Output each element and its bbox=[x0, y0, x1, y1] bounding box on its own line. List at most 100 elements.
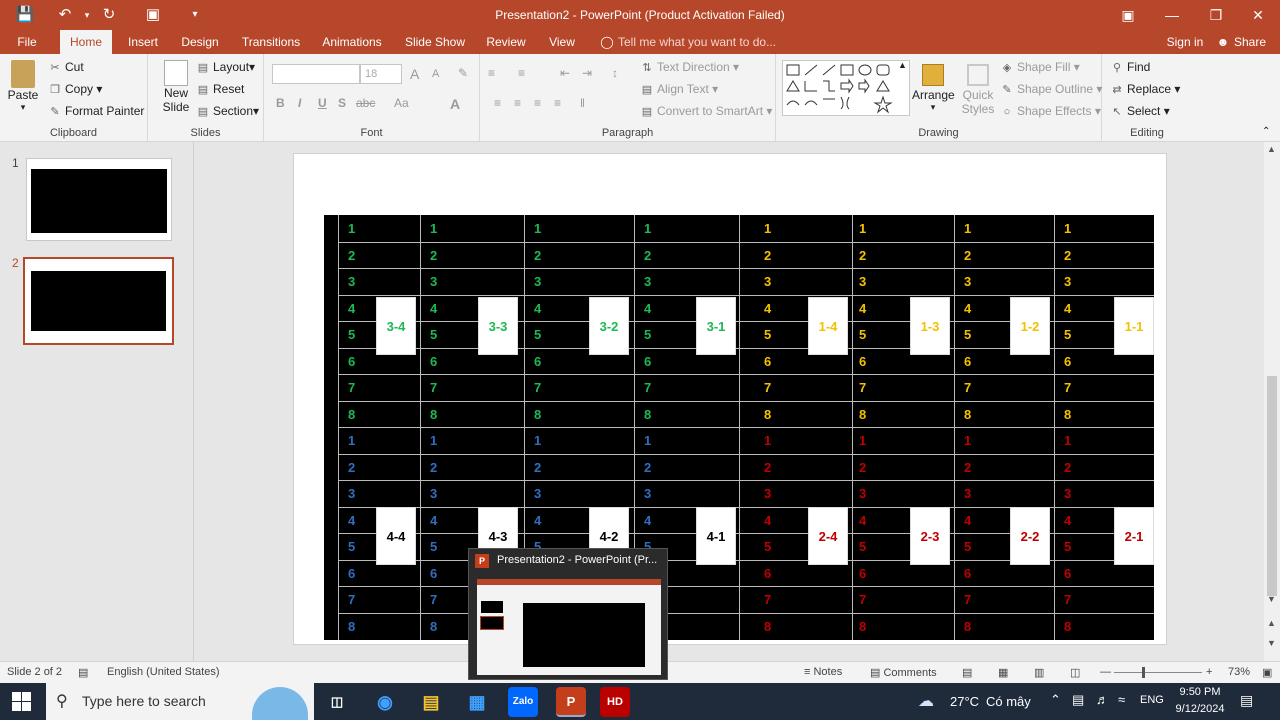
tab-home[interactable]: Home bbox=[60, 30, 112, 54]
justify-icon[interactable]: ≡ bbox=[554, 96, 561, 110]
tab-slide-show[interactable]: Slide Show bbox=[402, 30, 468, 54]
language-indicator[interactable]: English (United States) bbox=[107, 666, 220, 678]
clock-time[interactable]: 9:50 PM bbox=[1170, 686, 1230, 698]
gallery-scroll-icon[interactable]: ▲ bbox=[898, 60, 907, 70]
card-label[interactable]: 3-3 bbox=[478, 297, 518, 355]
card-label[interactable]: 2-4 bbox=[808, 507, 848, 565]
app-taskbar-icon[interactable]: HD bbox=[600, 687, 630, 717]
input-language[interactable]: ENG bbox=[1140, 694, 1164, 706]
tab-view[interactable]: View bbox=[544, 30, 580, 54]
card-label[interactable]: 3-4 bbox=[376, 297, 416, 355]
zoom-slider-thumb[interactable] bbox=[1142, 667, 1145, 678]
arrange-button[interactable]: Arrange ▾ bbox=[912, 60, 955, 113]
align-right-icon[interactable]: ≡ bbox=[534, 96, 541, 110]
minimize-icon[interactable]: — bbox=[1150, 0, 1194, 30]
clear-formatting-icon[interactable]: ✎ bbox=[458, 66, 468, 80]
sign-in-link[interactable]: Sign in bbox=[1162, 30, 1208, 54]
replace-button[interactable]: ⇄ Replace ▾ bbox=[1110, 82, 1180, 97]
share-button[interactable]: Share bbox=[1232, 30, 1268, 54]
grow-font-button[interactable]: A bbox=[410, 66, 419, 82]
zoom-level[interactable]: 73% bbox=[1228, 666, 1250, 678]
align-center-icon[interactable]: ≡ bbox=[514, 96, 521, 110]
shape-outline-button[interactable]: ✎ Shape Outline ▾ bbox=[1000, 82, 1102, 97]
card-label[interactable]: 2-1 bbox=[1114, 507, 1154, 565]
slide-table[interactable]: 1 2 3 4 5 6 7 8 1 2 3 4 5 6 7 8 1 2 3 4 5 6 7 8 1 2 3 4 5 6 7 8 1 2 3 4 5 6 7 8… bbox=[324, 215, 1154, 640]
weather-temp[interactable]: 27°C bbox=[950, 694, 979, 709]
font-size-combo[interactable]: 18 bbox=[360, 64, 402, 84]
close-icon[interactable]: ✕ bbox=[1236, 0, 1280, 30]
tab-transitions[interactable]: Transitions bbox=[238, 30, 304, 54]
underline-button[interactable]: U bbox=[318, 96, 327, 110]
file-explorer-icon[interactable]: ▤ bbox=[416, 687, 446, 717]
powerpoint-taskbar-icon[interactable]: P bbox=[556, 687, 586, 717]
wifi-icon[interactable]: ≈ bbox=[1118, 692, 1125, 707]
card-label[interactable]: 1-3 bbox=[910, 297, 950, 355]
quick-styles-button[interactable]: Quick Styles bbox=[956, 60, 1000, 116]
reading-view-icon[interactable]: ▥ bbox=[1034, 666, 1044, 679]
zalo-icon[interactable]: Zalo bbox=[508, 687, 538, 717]
smartart-button[interactable]: ▤ Convert to SmartArt ▾ bbox=[640, 104, 773, 119]
tab-review[interactable]: Review bbox=[482, 30, 530, 54]
tell-me-box[interactable]: Tell me what you want to do... bbox=[618, 30, 778, 54]
notification-icon[interactable]: ▤ bbox=[1240, 692, 1253, 709]
normal-view-icon[interactable]: ▤ bbox=[962, 666, 972, 679]
shadow-button[interactable]: S bbox=[338, 96, 346, 110]
card-label[interactable]: 3-1 bbox=[696, 297, 736, 355]
card-label[interactable]: 1-1 bbox=[1114, 297, 1154, 355]
layout-button[interactable]: ▤ Layout▾ bbox=[196, 60, 255, 75]
align-text-button[interactable]: ▤ Align Text ▾ bbox=[640, 82, 718, 97]
card-label[interactable]: 1-4 bbox=[808, 297, 848, 355]
card-label[interactable]: 2-2 bbox=[1010, 507, 1050, 565]
italic-button[interactable]: I bbox=[298, 96, 301, 110]
shape-fill-button[interactable]: ◈ Shape Fill ▾ bbox=[1000, 60, 1080, 75]
notes-button[interactable]: ≡ Notes bbox=[804, 666, 842, 678]
card-label[interactable]: 4-1 bbox=[696, 507, 736, 565]
taskbar-window-preview[interactable]: P Presentation2 - PowerPoint (Pr... bbox=[468, 548, 668, 680]
card-label[interactable]: 2-3 bbox=[910, 507, 950, 565]
volume-icon[interactable]: ♬ bbox=[1096, 692, 1109, 707]
section-button[interactable]: ▤ Section▾ bbox=[196, 104, 259, 119]
tab-file[interactable]: File bbox=[8, 30, 46, 54]
new-slide-button[interactable]: New Slide bbox=[154, 60, 198, 114]
find-button[interactable]: ⚲ Find bbox=[1110, 60, 1150, 75]
slideshow-view-icon[interactable]: ◫ bbox=[1070, 666, 1080, 679]
scroll-down-icon[interactable]: ▼ bbox=[1267, 594, 1276, 604]
shape-effects-button[interactable]: ○ Shape Effects ▾ bbox=[1000, 104, 1101, 119]
reset-button[interactable]: ▤ Reset bbox=[196, 82, 245, 97]
line-spacing-icon[interactable]: ↕ bbox=[612, 66, 618, 80]
ribbon-display-icon[interactable]: ▣ bbox=[1106, 0, 1150, 30]
network-icon[interactable]: ▤ bbox=[1072, 692, 1084, 708]
text-direction-button[interactable]: ⇅ Text Direction ▾ bbox=[640, 60, 739, 75]
edge-icon[interactable]: ◉ bbox=[370, 687, 400, 717]
scroll-thumb[interactable] bbox=[1267, 376, 1277, 596]
restore-icon[interactable]: ❐ bbox=[1194, 0, 1238, 30]
slide-sorter-icon[interactable]: ▦ bbox=[998, 666, 1008, 679]
bold-button[interactable]: B bbox=[276, 96, 285, 110]
copy-button[interactable]: ❐ Copy ▾ bbox=[48, 82, 102, 97]
previous-slide-icon[interactable]: ▲ bbox=[1267, 618, 1276, 628]
fit-to-window-icon[interactable]: ▣ bbox=[1262, 666, 1272, 679]
font-name-combo[interactable] bbox=[272, 64, 360, 84]
taskbar-search-box[interactable]: ⚲ Type here to search bbox=[46, 683, 314, 720]
tab-animations[interactable]: Animations bbox=[318, 30, 386, 54]
scroll-up-icon[interactable]: ▲ bbox=[1267, 144, 1276, 154]
cut-button[interactable]: ✂ Cut bbox=[48, 60, 83, 75]
spellcheck-icon[interactable]: ▤ bbox=[78, 666, 88, 679]
format-painter-button[interactable]: ✎ Format Painter bbox=[48, 104, 144, 119]
increase-indent-icon[interactable]: ⇥ bbox=[582, 66, 592, 80]
card-label[interactable]: 1-2 bbox=[1010, 297, 1050, 355]
select-button[interactable]: ↖ Select ▾ bbox=[1110, 104, 1169, 119]
card-label[interactable]: 3-2 bbox=[589, 297, 629, 355]
shrink-font-button[interactable]: A bbox=[432, 68, 439, 80]
zoom-out-icon[interactable]: — bbox=[1100, 666, 1111, 678]
weather-desc[interactable]: Có mây bbox=[986, 694, 1031, 709]
zoom-in-icon[interactable]: + bbox=[1206, 666, 1212, 678]
shapes-gallery[interactable] bbox=[782, 60, 910, 116]
clock-date[interactable]: 9/12/2024 bbox=[1170, 703, 1230, 715]
collapse-ribbon-icon[interactable]: ⌃ bbox=[1262, 126, 1270, 137]
next-slide-icon[interactable]: ▼ bbox=[1267, 638, 1276, 648]
columns-icon[interactable]: ‖ bbox=[580, 96, 585, 110]
task-view-icon[interactable]: ◫ bbox=[322, 687, 352, 717]
bullets-icon[interactable]: ≡ bbox=[488, 66, 495, 80]
font-color-button[interactable]: A bbox=[450, 96, 460, 112]
